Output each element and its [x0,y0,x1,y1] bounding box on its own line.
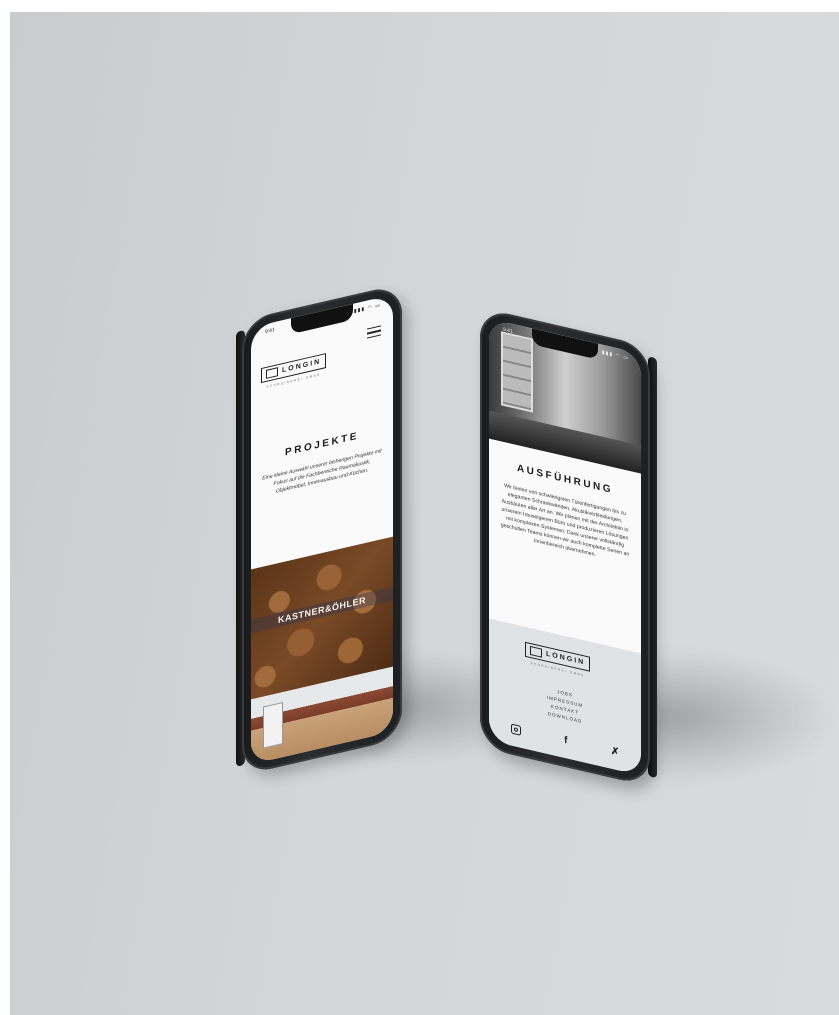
logo-text: LONGIN [282,358,322,375]
site-footer: LONGIN SCHREINEREI GMBH JOBS IMPRESSUM K… [489,618,641,776]
logo-mark-icon [530,645,542,658]
footer-logo[interactable]: LONGIN SCHREINEREI GMBH [525,641,591,679]
project-label: KASTNER&ÖHLER [251,586,393,634]
logo-mark-icon [266,367,278,379]
hero-window [501,331,533,413]
left-phone: 9:41 ▮▮▮ ◠ ▭ LONGIN SCHREINEREI GMBH PRO… [236,283,402,776]
left-phone-body: 9:41 ▮▮▮ ◠ ▭ LONGIN SCHREINEREI GMBH PRO… [242,283,402,776]
mockup-scene: 9:41 ▮▮▮ ◠ ▭ LONGIN SCHREINEREI GMBH PRO… [10,12,839,1015]
left-phone-notch [290,303,354,335]
xing-icon[interactable]: ✗ [611,746,619,759]
logo-text: LONGIN [546,650,586,667]
hamburger-icon[interactable] [367,325,381,341]
building-tower [263,702,283,749]
right-phone-body: 9:41 ▮▮▮ ◠ ▭ AUSFÜHRUNG Wir bieten von s… [480,307,650,787]
left-phone-screen: 9:41 ▮▮▮ ◠ ▭ LONGIN SCHREINEREI GMBH PRO… [251,294,393,765]
status-icons: ▮▮▮ ◠ ▭ [353,302,381,315]
instagram-icon[interactable] [510,722,521,736]
site-logo[interactable]: LONGIN SCHREINEREI GMBH [261,352,327,390]
facebook-icon[interactable]: f [564,735,567,747]
right-phone: 9:41 ▮▮▮ ◠ ▭ AUSFÜHRUNG Wir bieten von s… [480,307,657,787]
right-phone-screen: 9:41 ▮▮▮ ◠ ▭ AUSFÜHRUNG Wir bieten von s… [489,318,641,776]
status-time: 9:41 [265,326,275,336]
